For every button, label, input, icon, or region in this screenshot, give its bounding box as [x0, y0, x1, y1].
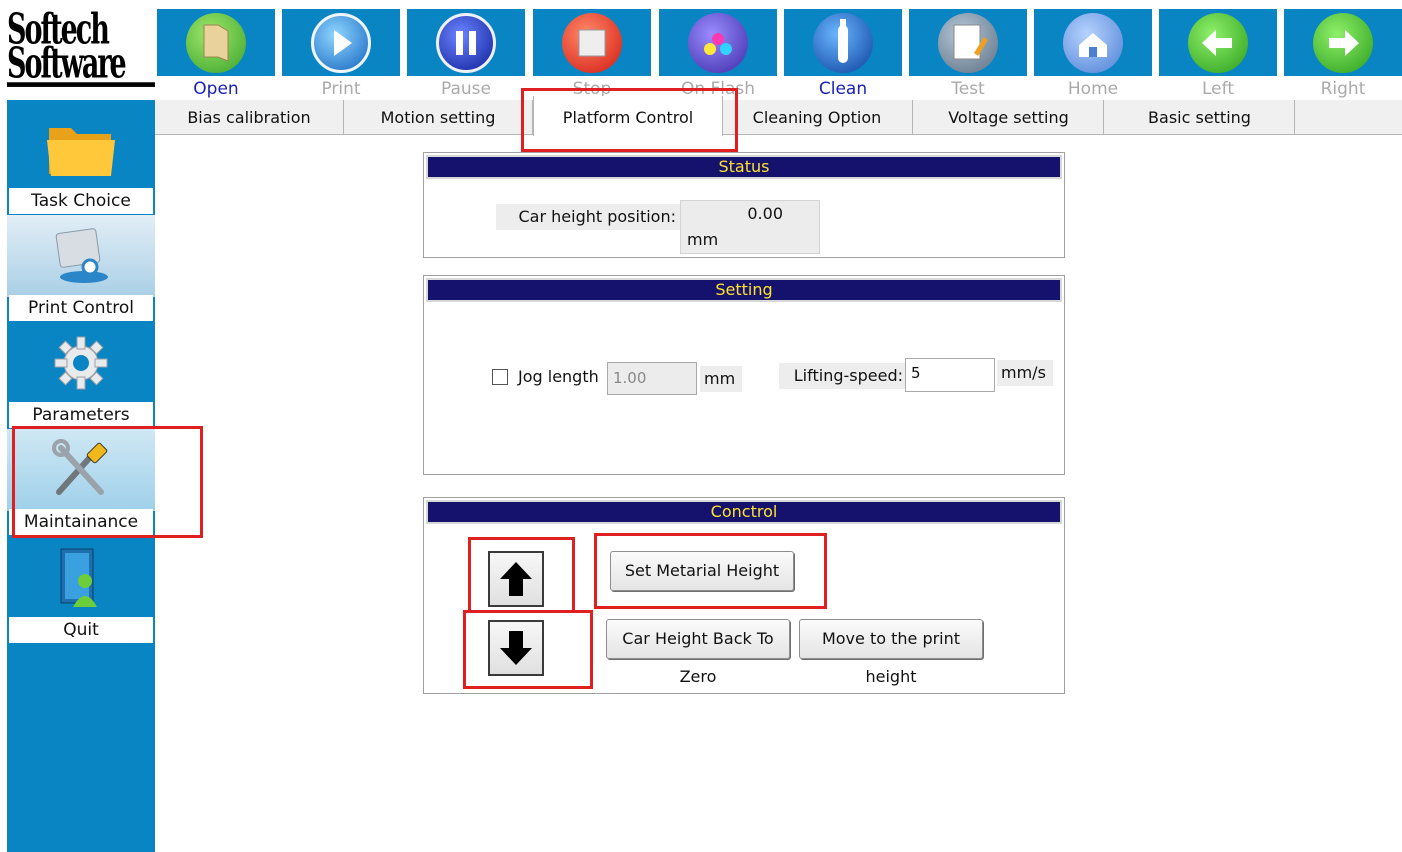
arrow-up-icon — [500, 562, 532, 596]
right-button[interactable]: Right — [1284, 9, 1402, 100]
left-sidebar: Softech Software Task Choice Print Contr… — [7, 0, 155, 852]
arrow-right-icon — [1313, 13, 1373, 73]
logo-text: Softech Software — [7, 9, 155, 87]
status-header: Status — [426, 155, 1062, 179]
play-icon — [311, 13, 371, 73]
jog-length-input[interactable]: 1.00 — [607, 362, 697, 395]
set-material-height-button[interactable]: Set Metarial Height — [610, 551, 794, 591]
toolbar: Open Print Pause Stop On Flash Clean Tes… — [157, 9, 1402, 100]
stop-button[interactable]: Stop — [533, 9, 651, 100]
clean-button[interactable]: Clean — [784, 9, 902, 100]
pause-button[interactable]: Pause — [407, 9, 525, 100]
sidebar-item-label: Print Control — [9, 295, 153, 321]
toolbar-label: Print — [282, 76, 400, 100]
tab-basic-setting[interactable]: Basic setting — [1105, 100, 1295, 134]
app-logo: Softech Software — [7, 0, 155, 100]
sidebar-item-label: Parameters — [9, 402, 153, 428]
sidebar-item-maintainance[interactable]: Maintainance — [7, 429, 155, 539]
gear-icon — [7, 322, 155, 404]
lifting-speed-unit: mm/s — [997, 360, 1053, 386]
car-height-unit: mm — [687, 230, 719, 249]
move-to-print-height-button[interactable]: Move to the print height — [799, 619, 983, 686]
flash-icon — [688, 13, 748, 73]
tab-voltage-setting[interactable]: Voltage setting — [914, 100, 1104, 134]
home-icon — [1063, 13, 1123, 73]
sidebar-item-label: Task Choice — [9, 188, 153, 214]
arrow-left-icon — [1188, 13, 1248, 73]
toolbar-label: Home — [1034, 76, 1152, 100]
toolbar-label: Test — [909, 76, 1027, 100]
folder-icon — [7, 108, 155, 190]
control-group: Conctrol Set Metarial Height Car Height … — [423, 497, 1065, 694]
tab-platform-control[interactable]: Platform Control — [533, 96, 723, 136]
clean-icon — [813, 13, 873, 73]
arrow-down-icon — [500, 631, 532, 665]
pause-icon — [436, 13, 496, 73]
platform-up-button[interactable] — [488, 551, 544, 607]
lifting-speed-label: Lifting-speed: — [779, 363, 907, 389]
jog-length-label: Jog length — [518, 367, 599, 386]
open-icon — [186, 13, 246, 73]
tools-icon — [7, 429, 155, 511]
user-exit-icon — [7, 537, 155, 619]
tab-cleaning-option[interactable]: Cleaning Option — [722, 100, 913, 134]
toolbar-label: Right — [1284, 76, 1402, 100]
print-control-icon — [7, 215, 155, 297]
status-group: Status Car height position: 0.00 mm — [423, 152, 1065, 258]
stop-icon — [562, 13, 622, 73]
open-button[interactable]: Open — [157, 9, 275, 100]
lifting-speed-input[interactable]: 5 — [905, 358, 995, 392]
tab-motion-setting[interactable]: Motion setting — [344, 100, 533, 134]
left-button[interactable]: Left — [1159, 9, 1277, 100]
car-height-readout: 0.00 mm — [680, 200, 820, 254]
car-height-value: 0.00 — [747, 204, 783, 223]
jog-length-unit: mm — [700, 366, 742, 392]
sidebar-item-quit[interactable]: Quit — [7, 537, 155, 647]
control-header: Conctrol — [426, 500, 1062, 524]
tab-bar: Bias calibration Motion setting Platform… — [155, 96, 1402, 136]
toolbar-label: Clean — [784, 76, 902, 100]
test-button[interactable]: Test — [909, 9, 1027, 100]
sidebar-item-task-choice[interactable]: Task Choice — [7, 108, 155, 218]
jog-length-checkbox[interactable] — [492, 369, 508, 385]
test-icon — [938, 13, 998, 73]
setting-header: Setting — [426, 278, 1062, 302]
sidebar-item-label: Maintainance — [9, 509, 153, 535]
on-flash-button[interactable]: On Flash — [659, 9, 777, 100]
toolbar-label: Open — [157, 76, 275, 100]
sidebar-item-label: Quit — [9, 617, 153, 643]
setting-group: Setting Jog length 1.00 mm Lifting-speed… — [423, 275, 1065, 475]
tab-bias-calibration[interactable]: Bias calibration — [155, 100, 344, 134]
car-height-back-to-zero-button[interactable]: Car Height Back To Zero — [606, 619, 790, 686]
toolbar-label: Pause — [407, 76, 525, 100]
sidebar-item-parameters[interactable]: Parameters — [7, 322, 155, 432]
toolbar-label: Left — [1159, 76, 1277, 100]
home-button[interactable]: Home — [1034, 9, 1152, 100]
platform-down-button[interactable] — [488, 620, 544, 676]
print-button[interactable]: Print — [282, 9, 400, 100]
sidebar-item-print-control[interactable]: Print Control — [7, 215, 155, 325]
car-height-label: Car height position: — [496, 204, 680, 230]
